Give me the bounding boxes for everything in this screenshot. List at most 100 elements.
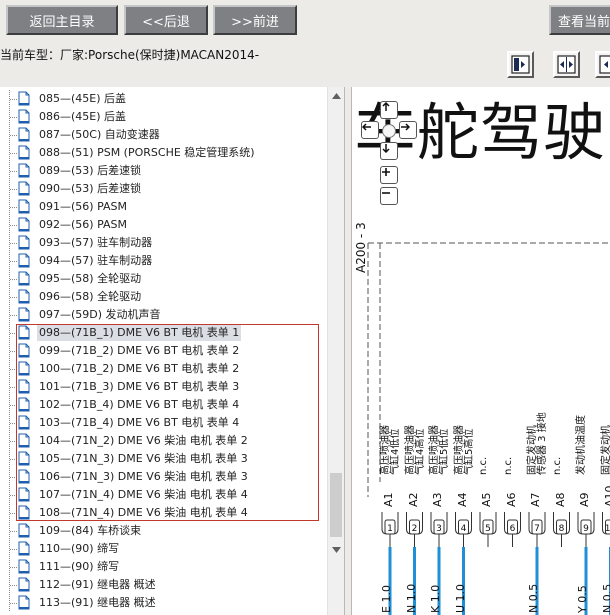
panel-right-icon [599, 55, 610, 74]
diagram-tree: 085—(45E) 后盖 086—(45E) 后盖 087—(50C) 自动变速器 0… [0, 87, 344, 615]
tree-branch [10, 297, 18, 298]
home-button[interactable]: 返回主目录 [6, 5, 118, 35]
document-icon [18, 271, 30, 286]
wire-code: N 0.5 [527, 583, 540, 613]
pin-name: A3 [431, 492, 444, 507]
tree-branch [10, 315, 18, 316]
scroll-up-arrow-icon[interactable] [328, 87, 344, 104]
tree-scrollbar[interactable] [327, 87, 344, 615]
document-icon [18, 307, 30, 322]
pin-description: n.c. [551, 456, 563, 475]
pin-number: 2 [412, 524, 418, 534]
tree-item-label: 091—(56) PASM [39, 200, 127, 213]
pin-name: A6 [504, 492, 518, 507]
tree-branch [10, 99, 18, 100]
panel-splitter[interactable] [344, 87, 352, 615]
arrow-down-icon [382, 144, 390, 153]
left-panel-toggle-button[interactable] [507, 51, 534, 78]
tree-item[interactable]: 094—(57) 驻车制动器 [0, 252, 326, 270]
document-icon [18, 235, 30, 250]
wire-code: E 1.0 [380, 585, 393, 613]
pin-name: A9 [578, 492, 591, 507]
forward-button[interactable]: >>前进 [213, 5, 297, 35]
tree-item-label: 093—(57) 驻车制动器 [39, 236, 153, 249]
tree-branch [10, 135, 18, 136]
tree-item-label: 111—(90) 缔写 [39, 560, 120, 573]
document-icon [18, 109, 30, 124]
zoom-out-button[interactable] [380, 187, 398, 205]
arrow-right-icon [401, 123, 410, 131]
vehicle-info-bar: 当前车型：厂家:Porsche(保时捷)MACAN2014- [0, 40, 610, 87]
pan-left-button[interactable] [361, 121, 379, 139]
pin-description: 气缸5高位 [463, 428, 475, 475]
pin-number: 8 [559, 524, 565, 534]
tree-item-label: 086—(45E) 后盖 [39, 110, 127, 123]
pin-name: A1 [382, 492, 395, 507]
tree-item[interactable]: 110—(90) 缔写 [0, 540, 326, 558]
tree-item[interactable]: 089—(53) 后差速锁 [0, 162, 326, 180]
tree-item-label: 109—(84) 车桥谈束 [39, 524, 142, 537]
tree-item[interactable]: 112—(91) 继电器 概述 [0, 576, 326, 594]
wire-code: K 1.0 [429, 584, 442, 613]
tree-item[interactable]: 111—(90) 缔写 [0, 558, 326, 576]
document-icon [18, 289, 30, 304]
tree-item[interactable]: 085—(45E) 后盖 [0, 90, 326, 108]
wire-code: N 1.0 [404, 583, 418, 613]
tree-item[interactable]: 092—(56) PASM [0, 216, 326, 234]
tree-branch [10, 243, 18, 244]
document-icon [18, 127, 30, 142]
selection-frame [16, 324, 319, 521]
vehicle-caption: 当前车型：厂家:Porsche(保时捷)MACAN2014- [0, 48, 260, 62]
document-icon [18, 253, 30, 268]
minus-icon [382, 192, 390, 194]
arrow-up-icon [382, 102, 390, 111]
tree-branch [10, 117, 18, 118]
tree-item[interactable]: 086—(45E) 后盖 [0, 108, 326, 126]
tree-item-label: 097—(59D) 发动机声音 [39, 308, 161, 321]
tree-item[interactable]: 097—(59D) 发动机声音 [0, 306, 326, 324]
tree-item-label: 094—(57) 驻车制动器 [39, 254, 153, 267]
pin-description: 气缸4高位 [414, 428, 426, 475]
back-button[interactable]: <<后退 [124, 5, 208, 35]
scroll-thumb[interactable] [330, 473, 342, 537]
pin-number: 1 [387, 524, 393, 534]
tree-item[interactable]: 109—(84) 车桥谈束 [0, 522, 326, 540]
tree-branch [10, 153, 18, 154]
pin-number: 10 [605, 524, 610, 534]
pan-right-button[interactable] [399, 121, 417, 139]
tree-item[interactable]: 093—(57) 驻车制动器 [0, 234, 326, 252]
split-view-button[interactable] [553, 51, 580, 78]
tree-item[interactable]: 096—(58) 全轮驱动 [0, 288, 326, 306]
document-icon [18, 163, 30, 178]
tree-item-label: 087—(50C) 自动变速器 [39, 128, 160, 141]
tree-item[interactable]: 113—(91) 继电器 概述 [0, 594, 326, 612]
tree-branch [10, 171, 18, 172]
pan-down-button[interactable] [380, 142, 398, 160]
pin-name: A5 [480, 492, 493, 507]
tree-branch [10, 567, 18, 568]
tree-item-label: 095—(58) 全轮驱动 [39, 272, 142, 285]
view-current-button[interactable]: 查看当前 [549, 5, 610, 35]
wire-code: N 0.5 [600, 583, 610, 613]
document-icon [18, 559, 30, 574]
right-panel-toggle-button[interactable] [595, 51, 610, 78]
pin-description: 发动机油温度 [576, 415, 587, 475]
pin-name: A7 [529, 492, 542, 507]
tree-item[interactable]: 090—(53) 后差速锁 [0, 180, 326, 198]
pin-name: A8 [553, 492, 567, 507]
tree-item-label: 085—(45E) 后盖 [39, 92, 127, 105]
tree-item[interactable]: 087—(50C) 自动变速器 [0, 126, 326, 144]
pan-up-button[interactable] [380, 101, 398, 119]
wire-code: Y 0.5 [576, 585, 589, 613]
tree-item[interactable]: 095—(58) 全轮驱动 [0, 270, 326, 288]
tree-item-label: 096—(58) 全轮驱动 [39, 290, 142, 303]
tree-item-label: 088—(51) PSM (PORSCHE 稳定管理系统) [39, 146, 255, 159]
pin-name: A4 [455, 492, 469, 507]
tree-item[interactable]: 091—(56) PASM [0, 198, 326, 216]
pin-description: 高压喷油器 [453, 425, 465, 475]
tree-item[interactable]: 088—(51) PSM (PORSCHE 稳定管理系统) [0, 144, 326, 162]
pan-hub [382, 124, 396, 138]
component-label: A200 - 3 [354, 222, 368, 273]
zoom-in-button[interactable] [380, 166, 398, 184]
scroll-down-arrow-icon[interactable] [328, 541, 344, 558]
